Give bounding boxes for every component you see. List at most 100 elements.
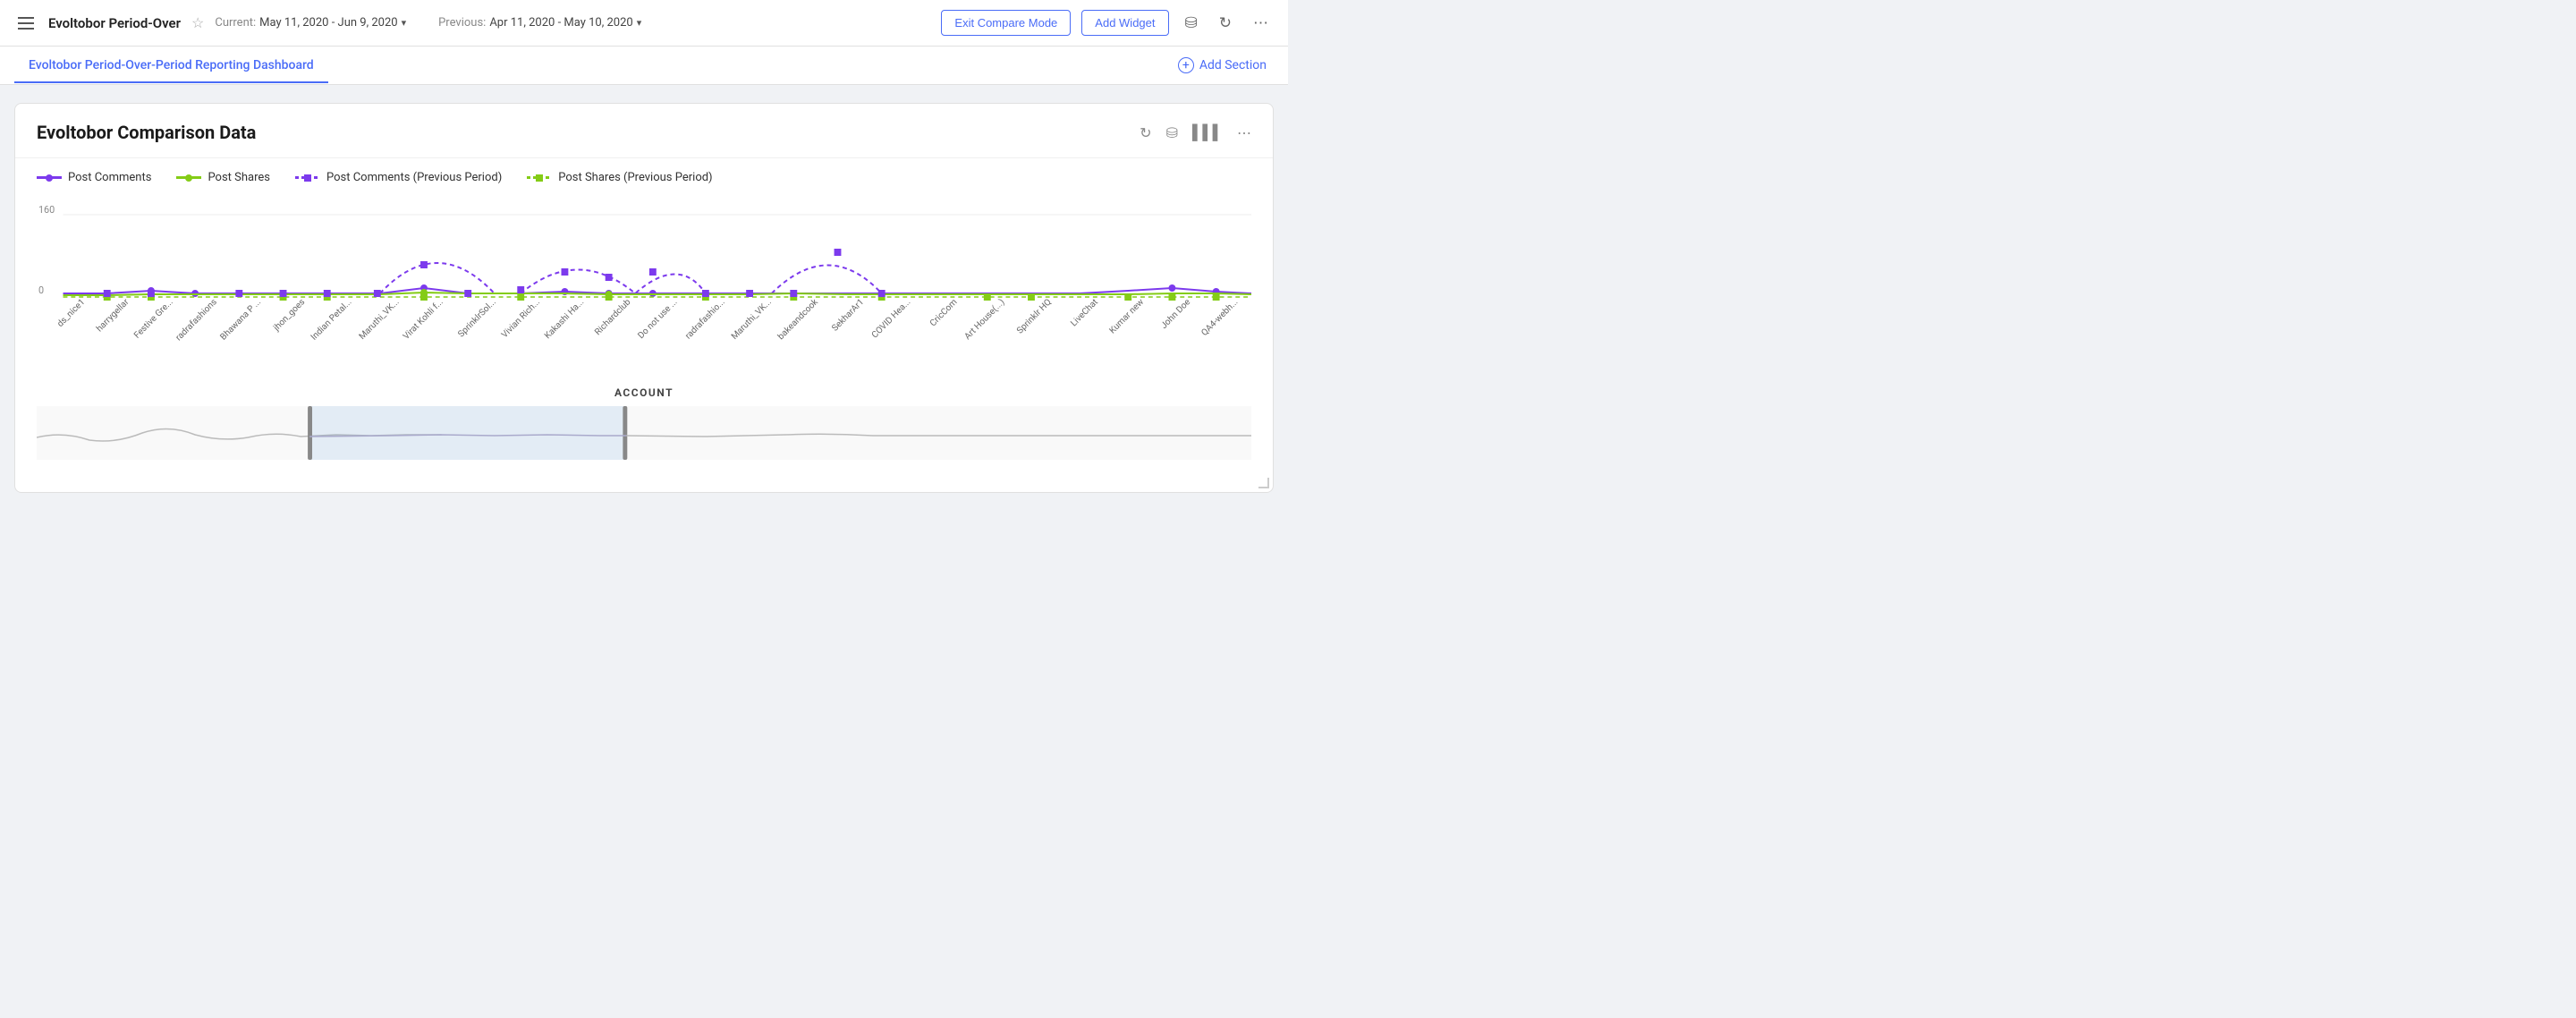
svg-text:SekharAr1: SekharAr1	[830, 297, 866, 333]
legend-label-post-comments: Post Comments	[68, 171, 151, 184]
square-purple	[235, 290, 242, 297]
legend-square-purple	[304, 174, 311, 182]
post-comments-prev-arc3	[772, 266, 882, 294]
svg-text:0: 0	[38, 284, 44, 296]
square-green	[420, 293, 428, 301]
previous-date-value: Apr 11, 2020 - May 10, 2020	[489, 16, 632, 30]
square-purple	[517, 286, 524, 293]
chart-card: Evoltobor Comparison Data ↻ ⛁ ▌▌▌ ⋯ Post…	[14, 103, 1274, 493]
mini-chart-container	[15, 406, 1273, 478]
tab-label: Evoltobor Period-Over-Period Reporting D…	[29, 58, 314, 72]
mini-chart-svg	[37, 406, 1251, 460]
svg-text:Festive Gre...: Festive Gre...	[132, 297, 175, 340]
svg-text:harrygellar: harrygellar	[95, 297, 131, 335]
legend-line-green-dashed	[527, 176, 552, 179]
tab-reporting-dashboard[interactable]: Evoltobor Period-Over-Period Reporting D…	[14, 47, 328, 83]
star-icon[interactable]: ☆	[191, 14, 204, 31]
main-chart-svg: 160 0	[37, 197, 1251, 376]
legend-label-post-shares: Post Shares	[208, 171, 270, 184]
square-purple	[561, 268, 568, 276]
chart-header: Evoltobor Comparison Data ↻ ⛁ ▌▌▌ ⋯	[15, 104, 1273, 158]
header: Evoltobor Period-Over ☆ Current: May 11,…	[0, 0, 1288, 47]
chart-type-icon[interactable]: ▌▌▌	[1192, 123, 1223, 141]
add-widget-button[interactable]: Add Widget	[1081, 10, 1168, 36]
svg-text:Bhawana P ...: Bhawana P ...	[218, 297, 263, 342]
square-purple	[464, 290, 471, 297]
legend-line-purple-dashed	[295, 176, 320, 179]
card-footer	[15, 478, 1273, 492]
square-green	[1168, 293, 1175, 301]
svg-text:Kumar new: Kumar new	[1108, 297, 1147, 336]
legend-dot-purple	[46, 174, 53, 182]
square-purple	[148, 290, 155, 297]
previous-date-chevron[interactable]: ▾	[637, 17, 642, 29]
hamburger-menu-icon[interactable]	[14, 13, 38, 33]
mini-handle-left[interactable]	[308, 406, 312, 460]
legend-label-post-shares-prev: Post Shares (Previous Period)	[558, 171, 712, 184]
square-green	[606, 293, 613, 301]
legend-item-post-comments-prev: Post Comments (Previous Period)	[295, 171, 502, 184]
dashboard-title: Evoltobor Period-Over	[48, 15, 181, 31]
refresh-chart-icon[interactable]: ↻	[1140, 124, 1151, 141]
square-purple	[606, 274, 613, 281]
current-date-chevron[interactable]: ▾	[402, 17, 407, 29]
svg-text:radrafashions: radrafashions	[174, 297, 219, 343]
main-content: Evoltobor Comparison Data ↻ ⛁ ▌▌▌ ⋯ Post…	[0, 85, 1288, 511]
exit-compare-mode-button[interactable]: Exit Compare Mode	[941, 10, 1071, 36]
previous-label: Previous:	[438, 16, 486, 30]
svg-text:Vivian Rich...: Vivian Rich...	[500, 297, 542, 340]
square-green	[1213, 293, 1220, 301]
post-comments-prev-arc2	[521, 270, 706, 294]
svg-text:Maruthi_VK...: Maruthi_VK...	[730, 297, 774, 342]
square-purple	[374, 290, 381, 297]
filter-chart-icon[interactable]: ⛁	[1166, 124, 1178, 141]
add-section-button[interactable]: + Add Section	[1171, 47, 1274, 84]
square-purple	[746, 290, 753, 297]
filter-icon[interactable]: ⛁	[1180, 11, 1203, 36]
legend-square-green	[536, 174, 543, 182]
svg-text:jhon_goes: jhon_goes	[271, 297, 307, 334]
legend-item-post-shares-prev: Post Shares (Previous Period)	[527, 171, 712, 184]
square-purple	[649, 268, 657, 276]
square-green	[1028, 293, 1035, 301]
square-purple	[324, 290, 331, 297]
svg-text:CricCom: CricCom	[928, 297, 960, 328]
svg-text:Do not use ...: Do not use ...	[636, 297, 679, 341]
dot	[1168, 284, 1175, 292]
svg-text:LiveChat: LiveChat	[1069, 297, 1100, 328]
legend-line-purple	[37, 176, 62, 179]
tab-bar: Evoltobor Period-Over-Period Reporting D…	[0, 47, 1288, 85]
square-purple	[878, 290, 886, 297]
svg-text:Richardclub: Richardclub	[593, 297, 633, 337]
square-purple	[280, 290, 287, 297]
square-green	[1124, 293, 1131, 301]
chart-actions: ↻ ⛁ ▌▌▌ ⋯	[1140, 123, 1251, 141]
chart-title: Evoltobor Comparison Data	[37, 122, 1140, 143]
chart-area: 160 0	[15, 197, 1273, 379]
x-axis-label: ACCOUNT	[15, 379, 1273, 403]
current-label: Current:	[215, 16, 256, 30]
legend-item-post-comments: Post Comments	[37, 171, 151, 184]
resize-handle[interactable]	[1258, 478, 1269, 488]
current-date-range[interactable]: Current: May 11, 2020 - Jun 9, 2020 ▾	[215, 16, 406, 30]
legend-dot-green	[185, 174, 192, 182]
mini-handle-right[interactable]	[623, 406, 627, 460]
previous-date-range[interactable]: Previous: Apr 11, 2020 - May 10, 2020 ▾	[438, 16, 641, 30]
refresh-icon[interactable]: ↻	[1214, 11, 1237, 36]
svg-text:160: 160	[38, 204, 55, 216]
svg-text:COVID Hea...: COVID Hea...	[870, 297, 912, 340]
mini-selection-area[interactable]	[309, 406, 626, 460]
more-chart-options-icon[interactable]: ⋯	[1237, 124, 1251, 141]
square-green	[984, 293, 991, 301]
legend-line-green	[176, 176, 201, 179]
svg-text:QA4-webh...: QA4-webh...	[1199, 297, 1240, 338]
plus-circle-icon: +	[1178, 57, 1194, 73]
more-options-icon[interactable]: ⋯	[1248, 11, 1274, 36]
svg-text:Art House(...): Art House(...)	[962, 297, 1006, 342]
square-purple	[420, 261, 428, 268]
svg-text:Virat Kohli f...: Virat Kohli f...	[402, 297, 445, 342]
svg-text:Kakashi Ha...: Kakashi Ha...	[543, 297, 586, 341]
svg-text:Indian Petal...: Indian Petal...	[309, 297, 354, 342]
chart-legend: Post Comments Post Shares Post Comments …	[15, 158, 1273, 197]
square-purple	[790, 290, 797, 297]
